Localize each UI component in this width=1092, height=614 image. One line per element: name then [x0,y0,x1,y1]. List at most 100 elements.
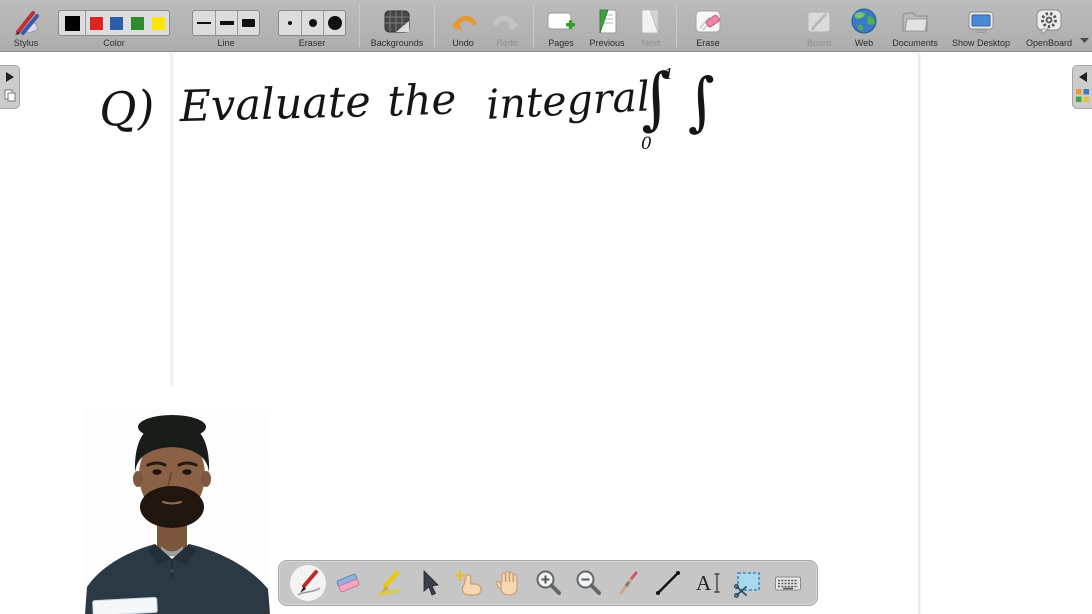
zoom-out-tool-button[interactable] [572,567,604,599]
eraser-tool-button[interactable] [332,567,364,599]
pen-tool-button[interactable] [292,567,324,599]
pages-button[interactable]: Pages [539,0,583,51]
keyboard-icon [773,568,803,598]
undo-icon [449,6,477,38]
ink-integral-sign: ∫ [635,59,676,139]
keyboard-tool-button[interactable] [772,567,804,599]
line-group: Line [192,0,260,51]
redo-button[interactable]: Redo [486,0,528,51]
toolbar-right-group: Board Web [796,0,1092,51]
erase-button[interactable]: Erase [682,0,734,51]
eraser-medium[interactable] [301,11,323,35]
backgrounds-button[interactable]: Backgrounds [365,0,429,51]
line-thick-glyph [242,19,255,27]
ink-upper-bound: 1 [664,65,674,83]
line-medium-glyph [220,21,234,25]
top-toolbar: Stylus Color Line [0,0,1092,52]
interact-tool-button[interactable] [452,567,484,599]
show-desktop-monitor-icon [966,6,996,38]
board-button[interactable]: Board [796,0,842,51]
stylus-button[interactable]: Stylus [6,0,46,51]
color-label: Color [103,38,125,48]
hand-tool-button[interactable] [492,567,524,599]
eraser-group: Eraser [278,0,346,51]
toolbar-left-group: Stylus Color Line [0,0,734,51]
show-desktop-button[interactable]: Show Desktop [946,0,1016,51]
line-icon [653,568,683,598]
web-label: Web [855,38,873,48]
highlighter-tool-button[interactable] [372,567,404,599]
eraser-large-glyph [328,16,342,30]
person-hair-top [138,415,206,439]
selector-tool-button[interactable] [412,567,444,599]
laser-pointer-tool-button[interactable] [612,567,644,599]
gear-icon [1034,6,1064,38]
color-group: Color [58,0,170,51]
toolbar-separator [676,4,677,47]
expand-right-icon [6,72,14,82]
text-tool-icon: A [693,568,723,598]
color-swatch-red[interactable] [85,11,106,35]
previous-button[interactable]: Previous [583,0,631,51]
web-button[interactable]: Web [844,0,884,51]
capture-icon [733,568,763,598]
next-label: Next [642,38,661,48]
pages-label: Pages [548,38,574,48]
ink-question-label: Q) [97,80,156,138]
next-page-icon [637,6,665,38]
board-icon [804,6,834,38]
page-edge-line [918,53,921,614]
documents-folder-icon [900,6,930,38]
right-panel-tab-library[interactable] [1072,65,1092,109]
previous-label: Previous [589,38,624,48]
next-button[interactable]: Next [631,0,671,51]
color-swatch-blue[interactable] [106,11,127,35]
toolbar-separator [434,4,435,47]
redo-icon [493,6,521,38]
documents-label: Documents [892,38,938,48]
openboard-menu-button[interactable]: OpenBoard [1018,0,1080,51]
left-panel-tab-page-navigator[interactable] [0,65,20,109]
line-thick[interactable] [237,11,259,35]
swatch-black [65,16,80,31]
swatch-yellow [152,17,165,30]
zoom-in-tool-button[interactable] [532,567,564,599]
person-ear [201,471,211,487]
webcam-overlay [85,409,270,614]
ink-integral-sign: ∫ [681,63,721,139]
redo-label: Redo [496,38,518,48]
eye [183,469,192,475]
color-swatch-box [58,10,170,36]
shirt-button [170,569,173,572]
page-margin-line [170,53,173,386]
web-globe-icon [850,6,878,38]
ink-word: integral [485,72,651,129]
stylus-toolbar: A [278,560,818,606]
ink-word: Evaluate [178,77,371,132]
whiteboard-canvas[interactable]: Q) Evaluate the integral ∫ 1 0 ∫ [0,53,1092,614]
stylus-label: Stylus [14,38,39,48]
text-tool-button[interactable]: A [692,567,724,599]
library-icon [1076,89,1089,102]
line-medium[interactable] [215,11,237,35]
openboard-label: OpenBoard [1026,38,1072,48]
backgrounds-icon [382,6,412,38]
openboard-window: Stylus Color Line [0,0,1092,614]
line-thin[interactable] [193,11,215,35]
show-desktop-label: Show Desktop [952,38,1010,48]
capture-tool-button[interactable] [732,567,764,599]
color-swatch-black[interactable] [59,11,85,35]
documents-button[interactable]: Documents [886,0,944,51]
ink-word: the [387,74,457,125]
toolbar-separator [533,4,534,47]
eraser-small[interactable] [279,11,301,35]
toolbar-overflow-arrow[interactable] [1080,30,1089,48]
undo-button[interactable]: Undo [440,0,486,51]
line-thin-glyph [197,22,211,24]
color-swatch-yellow[interactable] [148,11,169,35]
eraser-large[interactable] [323,11,345,35]
eraser-label: Eraser [299,38,326,48]
line-width-box [192,10,260,36]
line-tool-button[interactable] [652,567,684,599]
color-swatch-green[interactable] [127,11,148,35]
